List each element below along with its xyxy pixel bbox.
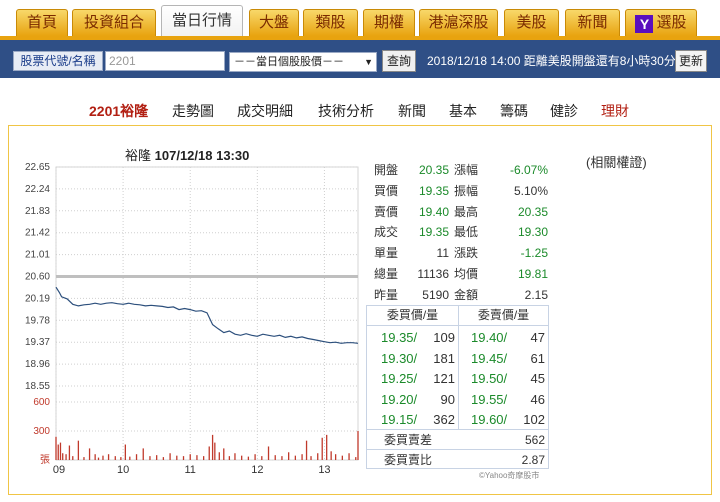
y-tick-label: 21.01	[25, 250, 50, 261]
quote-value: 2.15	[524, 287, 548, 302]
quote-value: 19.30	[517, 225, 548, 240]
quote-row: 總量 11136 均價 19.81	[372, 264, 550, 285]
quote-value: 19.40	[418, 204, 449, 219]
quote-value: 19.35	[418, 225, 449, 240]
ask-price: 19.40/	[471, 330, 508, 345]
quote-value: 20.35	[517, 204, 548, 219]
ask-header: 委賣價/量	[477, 308, 530, 322]
quote-value: 19.35	[418, 183, 449, 198]
bid-ask-diff-value: 562	[524, 433, 545, 447]
y-tick-label: 22.65	[25, 162, 50, 173]
bid-qty: 90	[440, 391, 455, 407]
quote-value: 11136	[417, 266, 449, 281]
ask-price: 19.60/	[471, 412, 508, 428]
ask-qty: 46	[530, 391, 545, 407]
bid-price: 19.35/	[381, 330, 418, 345]
ask-qty: 102	[523, 412, 545, 428]
quote-value: 5190	[422, 287, 449, 302]
related-warrants-link[interactable]: (相關權證)	[586, 152, 647, 171]
quote-label: 漲跌	[454, 246, 479, 261]
bid-ask-diff-label: 委買賣差	[384, 433, 433, 447]
bid-price: 19.15/	[381, 412, 418, 428]
quote-value: 5.10%	[513, 183, 548, 198]
quote-label: 買價	[374, 183, 399, 198]
copyright-text: ©Yahoo奇摩股市	[479, 471, 540, 480]
quote-table: 開盤 20.35 漲幅 -6.07% 買價 19.35 振幅 5.10% 賣價 19.40 最高 20…	[372, 160, 550, 306]
y-tick-label: 20.19	[25, 293, 50, 304]
bid-ask-ratio-value: 2.87	[521, 453, 545, 467]
y-tick-label: 20.60	[25, 272, 50, 283]
order-book: 委買價/量 委賣價/量 19.35/109 19.30/181 19.25/121 1…	[366, 305, 549, 469]
quote-label: 最低	[454, 225, 479, 240]
quote-label: 漲幅	[454, 163, 479, 177]
bid-header: 委買價/量	[386, 308, 439, 322]
volume-tick-label: 張	[40, 454, 50, 466]
book-divider	[458, 306, 459, 430]
ask-price: 19.45/	[471, 350, 508, 366]
y-tick-label: 19.78	[25, 315, 50, 326]
bid-ask-diff-row: 委買賣差 562	[367, 429, 548, 449]
bid-qty: 121	[433, 371, 455, 387]
bid-qty: 109	[433, 330, 455, 345]
quote-row: 單量 11 漲跌 -1.25	[372, 243, 550, 264]
quote-value: -6.07%	[509, 163, 548, 177]
quote-label: 最高	[454, 204, 479, 219]
ask-price: 19.55/	[471, 391, 508, 407]
quote-label: 賣價	[374, 204, 399, 219]
quote-row: 開盤 20.35 漲幅 -6.07%	[372, 160, 550, 181]
y-tick-label: 18.55	[25, 381, 50, 392]
bid-price: 19.25/	[381, 371, 418, 387]
y-tick-label: 19.37	[25, 337, 50, 348]
bid-ask-ratio-row: 委買賣比 2.87	[367, 449, 548, 469]
ask-price: 19.50/	[471, 371, 508, 387]
quote-value: 20.35	[418, 163, 449, 177]
quote-label: 振幅	[454, 183, 479, 198]
bid-qty: 181	[433, 350, 455, 366]
x-tick-label: 12	[251, 464, 263, 476]
volume-tick-label: 600	[33, 397, 50, 408]
quote-value: 19.81	[517, 266, 548, 281]
quote-row: 買價 19.35 振幅 5.10%	[372, 181, 550, 202]
y-tick-label: 22.24	[25, 184, 50, 195]
y-tick-label: 21.42	[25, 228, 50, 239]
quote-value: 11	[436, 246, 449, 261]
quote-label: 成交	[374, 225, 399, 240]
bid-price: 19.30/	[381, 350, 418, 366]
y-tick-label: 21.83	[25, 206, 50, 217]
x-tick-label: 09	[53, 464, 65, 476]
price-line	[55, 286, 359, 344]
quote-label: 均價	[454, 266, 479, 281]
quote-label: 開盤	[374, 163, 399, 177]
ask-qty: 47	[530, 330, 545, 345]
bid-qty: 362	[433, 412, 455, 428]
bid-price: 19.20/	[381, 391, 418, 407]
x-tick-label: 11	[185, 464, 196, 476]
ask-qty: 61	[530, 350, 545, 366]
quote-row: 賣價 19.40 最高 20.35	[372, 202, 550, 223]
ask-qty: 45	[530, 371, 545, 387]
intraday-chart: 22.65 22.24 21.83 21.42 21.01 20.60 20.19 19.78…	[25, 162, 359, 476]
quote-value: -1.25	[520, 246, 548, 261]
quote-label: 單量	[374, 246, 399, 261]
quote-row: 成交 19.35 最低 19.30	[372, 222, 550, 243]
quote-row: 昨量 5190 金額 2.15	[372, 285, 550, 306]
y-tick-label: 18.96	[25, 359, 50, 370]
quote-label: 昨量	[374, 287, 399, 302]
volume-tick-label: 300	[33, 426, 50, 437]
x-tick-label: 10	[117, 464, 129, 476]
quote-label: 總量	[374, 266, 399, 281]
quote-label: 金額	[454, 287, 479, 302]
x-tick-label: 13	[318, 464, 330, 476]
bid-ask-ratio-label: 委買賣比	[384, 453, 433, 467]
